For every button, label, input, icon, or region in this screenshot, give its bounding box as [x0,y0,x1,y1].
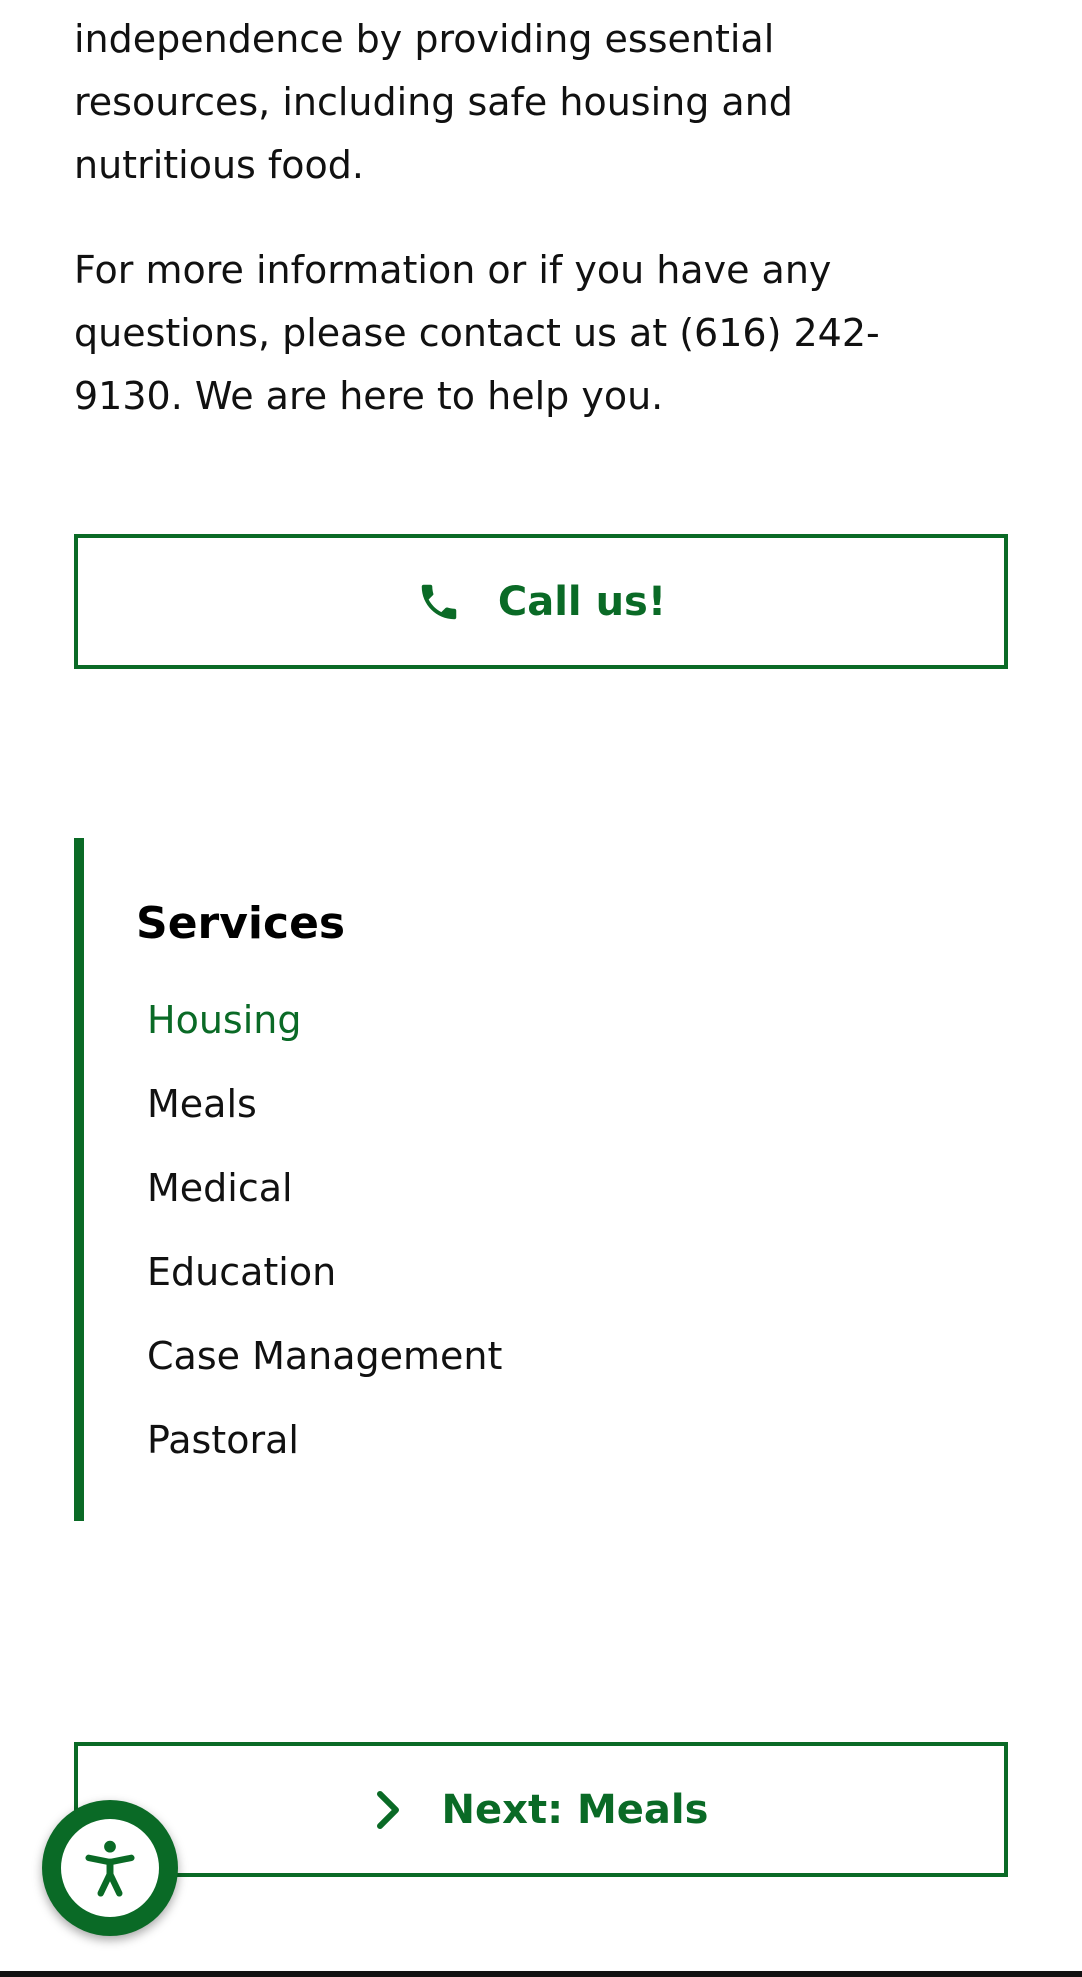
service-item-medical[interactable]: Medical [147,1146,502,1230]
call-us-button[interactable]: Call us! [74,534,1008,669]
next-meals-label: Next: Meals [441,1786,709,1833]
services-nav: Services Housing Meals Medical Education… [74,838,1008,1521]
services-list: Housing Meals Medical Education Case Man… [147,978,502,1482]
bottom-divider [0,1971,1082,1977]
accessibility-icon [61,1819,159,1917]
accessibility-button[interactable] [42,1800,178,1936]
service-item-case-management[interactable]: Case Management [147,1314,502,1398]
chevron-right-icon [374,1790,402,1830]
service-item-pastoral[interactable]: Pastoral [147,1398,502,1482]
call-us-label: Call us! [497,578,667,625]
service-item-housing[interactable]: Housing [147,978,502,1062]
service-item-meals[interactable]: Meals [147,1062,502,1146]
next-meals-button[interactable]: Next: Meals [74,1742,1008,1877]
contact-paragraph: For more information or if you have any … [74,248,880,418]
page: independence by providing essential reso… [0,0,1082,1977]
service-item-education[interactable]: Education [147,1230,502,1314]
phone-icon [416,579,462,625]
intro-paragraph: independence by providing essential reso… [74,17,793,187]
services-title: Services [136,898,346,949]
